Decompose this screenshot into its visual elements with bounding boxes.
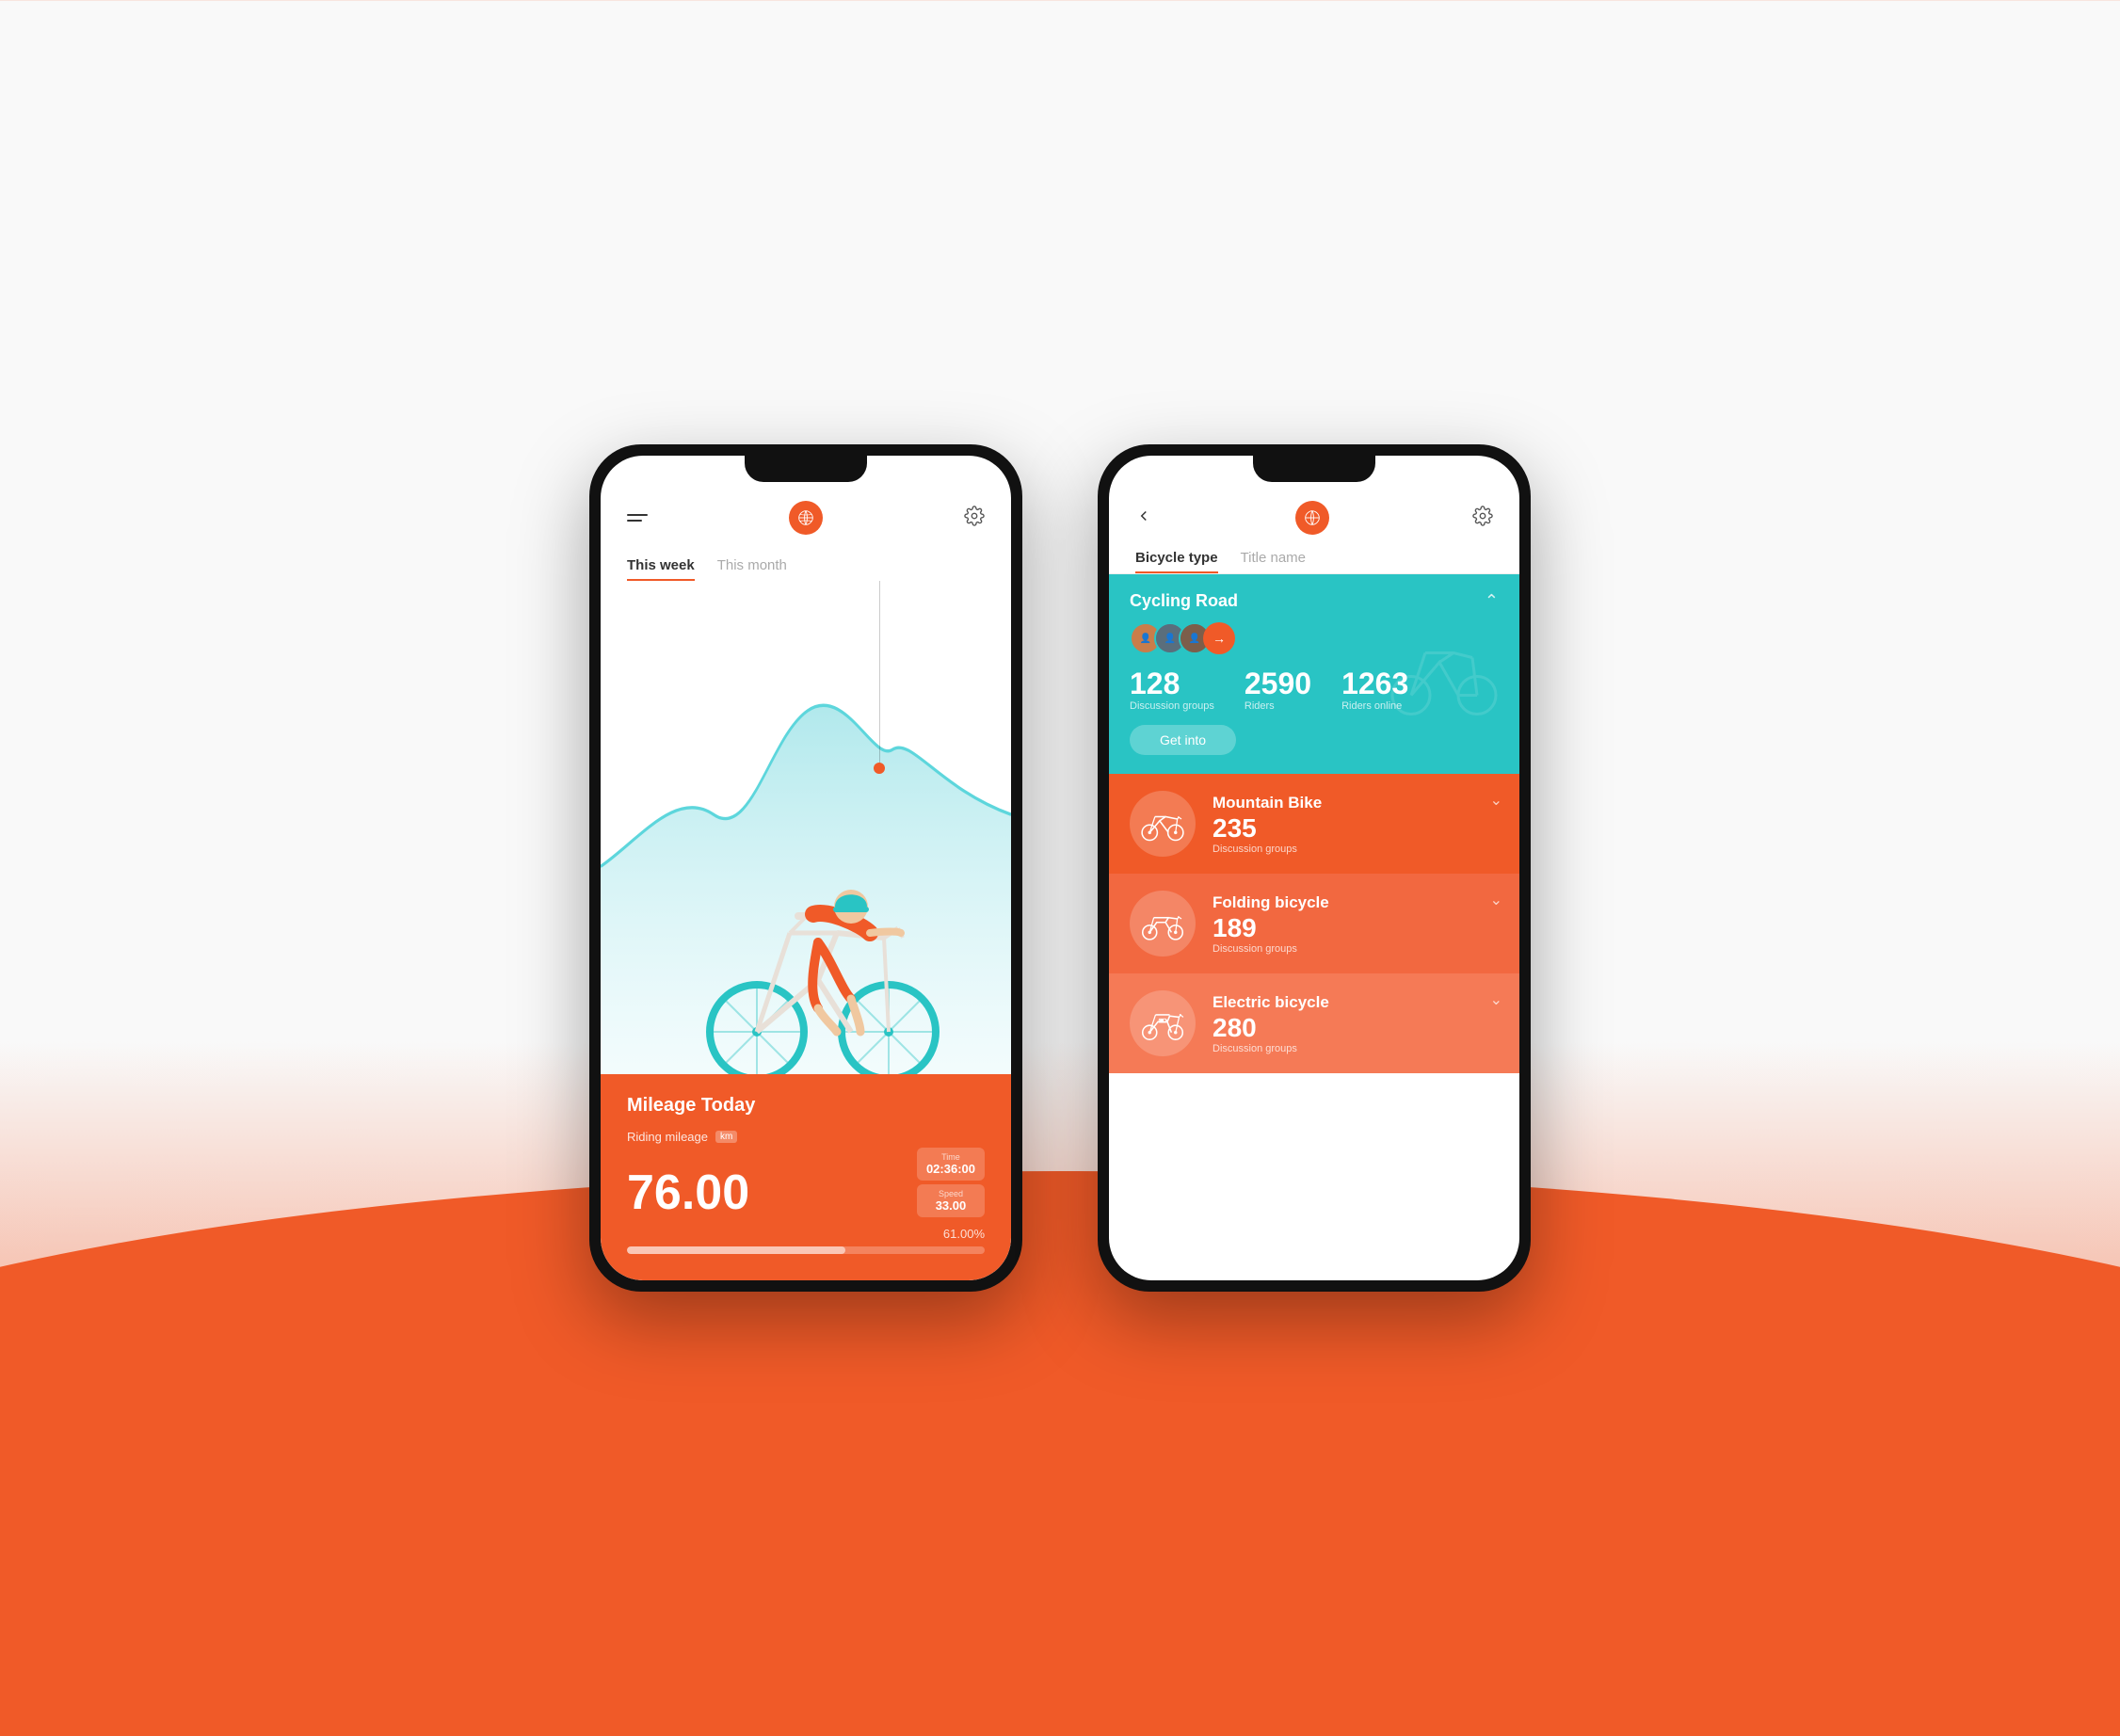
mileage-title: Mileage Today [627, 1095, 985, 1117]
stat-riders: 2590 Riders [1245, 667, 1311, 712]
phone2-shell: Bicycle type Title name Cycling Road ⌃ 👤 [1098, 444, 1531, 1292]
phone1-bottom: Mileage Today Riding mileage km 76.00 Ti… [601, 1074, 1011, 1280]
folding-bike-name: Folding bicycle [1213, 893, 1499, 912]
wave-indicator-dot [874, 763, 885, 774]
time-box: Time 02:36:00 [917, 1148, 985, 1181]
phone2-tabs: Bicycle type Title name [1109, 546, 1519, 574]
electric-bike-chevron[interactable]: ⌄ [1490, 990, 1502, 1009]
cycling-road-title: Cycling Road [1130, 591, 1238, 611]
mileage-value: 76.00 [627, 1168, 749, 1217]
mountain-bike-label: Discussion groups [1213, 844, 1499, 855]
riders-label: Riders [1245, 700, 1311, 712]
mountain-bike-icon [1130, 791, 1196, 857]
bike-list: Mountain Bike 235 Discussion groups ⌄ [1109, 774, 1519, 1280]
electric-bike-label: Discussion groups [1213, 1043, 1499, 1054]
mountain-bike-chevron[interactable]: ⌄ [1490, 791, 1502, 810]
stat-discussion-groups: 128 Discussion groups [1130, 667, 1214, 712]
logo-icon [789, 501, 823, 535]
stats-boxes: Time 02:36:00 Speed 33.00 [917, 1148, 985, 1217]
bike-item-electric[interactable]: Electric bicycle 280 Discussion groups ⌄ [1109, 973, 1519, 1073]
tab-title-name[interactable]: Title name [1241, 550, 1306, 573]
phone1-content: This week This month [601, 456, 1011, 1280]
time-label: Time [926, 1152, 975, 1162]
phone2-screen: Bicycle type Title name Cycling Road ⌃ 👤 [1109, 456, 1519, 1280]
progress-row: 61.00% [627, 1227, 985, 1241]
card-top-row: Cycling Road ⌃ [1130, 591, 1499, 611]
logo-icon-2 [1295, 501, 1329, 535]
phone1: This week This month [589, 444, 1022, 1292]
speed-label: Speed [926, 1189, 975, 1198]
chart-area [601, 581, 1011, 1074]
discussion-groups-label: Discussion groups [1130, 700, 1214, 712]
speed-box: Speed 33.00 [917, 1184, 985, 1217]
mileage-label: Riding mileage [627, 1130, 708, 1144]
electric-bike-count: 280 [1213, 1014, 1499, 1043]
folding-bike-count: 189 [1213, 914, 1499, 943]
chevron-up-icon[interactable]: ⌃ [1485, 591, 1499, 611]
folding-bike-chevron[interactable]: ⌄ [1490, 891, 1502, 909]
time-value: 02:36:00 [926, 1162, 975, 1176]
phone1-screen: This week This month [601, 456, 1011, 1280]
mileage-row: 76.00 Time 02:36:00 Speed 33.00 [627, 1148, 985, 1217]
progress-percentage: 61.00% [943, 1227, 985, 1241]
phone2-content: Bicycle type Title name Cycling Road ⌃ 👤 [1109, 456, 1519, 1280]
mountain-bike-info: Mountain Bike 235 Discussion groups [1213, 794, 1499, 855]
bike-item-mountain[interactable]: Mountain Bike 235 Discussion groups ⌄ [1109, 774, 1519, 874]
electric-bike-name: Electric bicycle [1213, 993, 1499, 1012]
mountain-bike-count: 235 [1213, 814, 1499, 844]
wave-indicator-line [879, 581, 880, 768]
cycling-road-card: Cycling Road ⌃ 👤 👤 👤 → [1109, 574, 1519, 774]
electric-bike-info: Electric bicycle 280 Discussion groups [1213, 993, 1499, 1054]
menu-icon[interactable] [627, 514, 648, 522]
speed-value: 33.00 [926, 1198, 975, 1213]
discussion-groups-value: 128 [1130, 667, 1214, 700]
electric-bike-icon [1130, 990, 1196, 1056]
tab-bicycle-type[interactable]: Bicycle type [1135, 550, 1218, 573]
get-into-button[interactable]: Get into [1130, 725, 1236, 755]
avatar-more[interactable]: → [1203, 622, 1235, 654]
phone2-notch [1253, 456, 1375, 482]
tab-this-week[interactable]: This week [627, 557, 695, 581]
mountain-bike-name: Mountain Bike [1213, 794, 1499, 812]
progress-bar-fill [627, 1246, 845, 1254]
settings-icon-2[interactable] [1472, 506, 1493, 531]
folding-bike-label: Discussion groups [1213, 943, 1499, 955]
mileage-label-row: Riding mileage km [627, 1130, 985, 1144]
settings-icon[interactable] [964, 506, 985, 531]
folding-bike-icon [1130, 891, 1196, 956]
watermark-bicycle [1388, 625, 1501, 724]
tab-this-month[interactable]: This month [717, 557, 787, 581]
phone1-tabs: This week This month [601, 550, 1011, 581]
folding-bike-info: Folding bicycle 189 Discussion groups [1213, 893, 1499, 955]
back-icon[interactable] [1135, 507, 1152, 529]
bike-item-folding[interactable]: Folding bicycle 189 Discussion groups ⌄ [1109, 874, 1519, 973]
progress-bar [627, 1246, 985, 1254]
km-badge: km [715, 1131, 737, 1143]
phone2: Bicycle type Title name Cycling Road ⌃ 👤 [1098, 444, 1531, 1292]
phone1-shell: This week This month [589, 444, 1022, 1292]
phone1-notch [745, 456, 867, 482]
riders-value: 2590 [1245, 667, 1311, 700]
cyclist-illustration [696, 848, 940, 1074]
